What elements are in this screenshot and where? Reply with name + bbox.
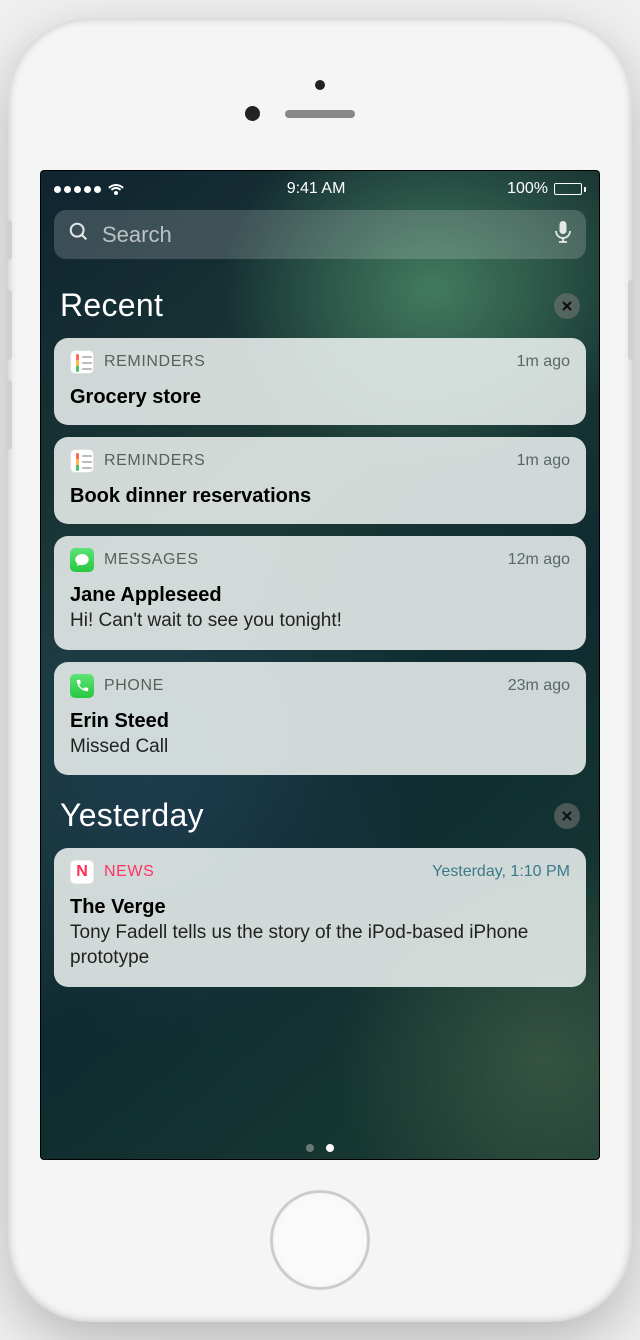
device-frame: 9:41 AM 100%	[10, 20, 630, 1320]
app-name: MESSAGES	[104, 551, 498, 569]
time-label: 23m ago	[508, 677, 570, 695]
time-label: Yesterday, 1:10 PM	[432, 863, 570, 881]
notification-title: The Verge	[70, 896, 570, 919]
time-label: 1m ago	[517, 452, 570, 470]
clear-yesterday-button[interactable]	[554, 803, 580, 829]
notification-title: Grocery store	[70, 386, 570, 409]
news-icon: N	[70, 860, 94, 884]
messages-icon	[70, 548, 94, 572]
search-icon	[68, 221, 90, 248]
app-name: PHONE	[104, 677, 498, 695]
section-header-recent: Recent	[54, 277, 586, 338]
wifi-icon	[107, 183, 125, 195]
time-label: 12m ago	[508, 551, 570, 569]
page-dot[interactable]	[306, 1144, 314, 1152]
top-camera	[315, 80, 325, 90]
reminders-icon	[70, 449, 94, 473]
status-bar: 9:41 AM 100%	[40, 170, 600, 204]
notification-card[interactable]: REMINDERS 1m ago Grocery store	[54, 338, 586, 425]
signal-dots-icon	[54, 186, 101, 193]
notification-card[interactable]: MESSAGES 12m ago Jane Appleseed Hi! Can'…	[54, 536, 586, 650]
page-dots[interactable]	[40, 1144, 600, 1152]
battery-icon	[554, 183, 586, 195]
notification-card[interactable]: N NEWS Yesterday, 1:10 PM The Verge Tony…	[54, 848, 586, 986]
app-name: NEWS	[104, 863, 422, 881]
notification-body: Hi! Can't wait to see you tonight!	[70, 609, 570, 634]
volume-down	[6, 380, 12, 450]
home-button[interactable]	[270, 1190, 370, 1290]
app-name: REMINDERS	[104, 353, 507, 371]
notification-title: Jane Appleseed	[70, 584, 570, 607]
page-dot[interactable]	[326, 1144, 334, 1152]
notification-title: Erin Steed	[70, 710, 570, 733]
notification-body: Missed Call	[70, 735, 570, 760]
search-input[interactable]	[102, 222, 542, 248]
phone-icon	[70, 674, 94, 698]
screen: 9:41 AM 100%	[40, 170, 600, 1160]
section-header-yesterday: Yesterday	[54, 787, 586, 848]
notification-card[interactable]: PHONE 23m ago Erin Steed Missed Call	[54, 662, 586, 776]
mic-icon[interactable]	[554, 220, 572, 249]
clear-recent-button[interactable]	[554, 293, 580, 319]
app-name: REMINDERS	[104, 452, 507, 470]
search-bar[interactable]	[54, 210, 586, 259]
status-time: 9:41 AM	[287, 180, 346, 198]
time-label: 1m ago	[517, 353, 570, 371]
mute-switch	[6, 220, 12, 260]
battery-pct: 100%	[507, 180, 548, 198]
section-title: Recent	[60, 287, 163, 324]
section-title: Yesterday	[60, 797, 204, 834]
notification-card[interactable]: REMINDERS 1m ago Book dinner reservation…	[54, 437, 586, 524]
notification-body: Tony Fadell tells us the story of the iP…	[70, 921, 570, 970]
reminders-icon	[70, 350, 94, 374]
earpiece	[285, 110, 355, 118]
notification-title: Book dinner reservations	[70, 485, 570, 508]
volume-up	[6, 290, 12, 360]
front-camera	[245, 106, 260, 121]
power-button	[628, 280, 634, 360]
